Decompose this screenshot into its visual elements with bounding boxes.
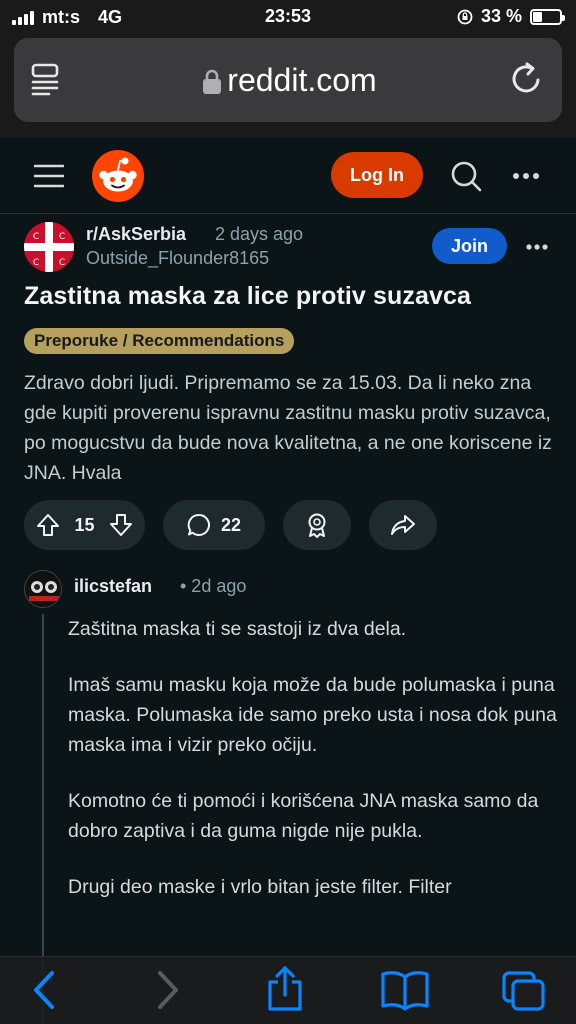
comment-count: 22 — [220, 514, 242, 535]
bookmarks-icon[interactable] — [380, 969, 430, 1011]
forward-icon[interactable] — [154, 969, 182, 1011]
battery-icon — [530, 8, 565, 25]
menu-icon[interactable] — [34, 164, 64, 188]
upvote-icon[interactable] — [36, 513, 60, 537]
join-button[interactable]: Join — [432, 228, 507, 264]
browser-toolbar — [0, 956, 576, 1024]
reload-icon[interactable] — [510, 60, 544, 96]
reddit-logo[interactable] — [92, 150, 144, 202]
comment-icon — [187, 513, 210, 536]
comments-button[interactable]: 22 — [163, 500, 265, 550]
login-button[interactable]: Log In — [331, 152, 423, 198]
svg-text:С: С — [33, 258, 39, 268]
comment-paragraph: Zaštitna maska ti se sastoji iz dva dela… — [68, 618, 407, 640]
status-bar: mt:s 4G 23:53 33 % — [0, 0, 576, 34]
post-body: Zdravo dobri ljudi. Pripremamo se za 15.… — [24, 372, 552, 484]
post-flair[interactable]: Preporuke / Recommendations — [24, 328, 295, 354]
reddit-header: Log In — [0, 138, 576, 214]
browser-top: reddit.com — [0, 34, 576, 138]
award-button[interactable] — [283, 500, 351, 550]
svg-text:С: С — [33, 232, 39, 242]
address-bar[interactable]: reddit.com — [14, 38, 562, 122]
subreddit-avatar[interactable]: С С С С — [24, 222, 74, 272]
comment-body: Zaštitna maska ti se sastoji iz dva dela… — [68, 614, 558, 928]
comment-author[interactable]: ilicstefan — [74, 576, 152, 597]
vote-count: 15 — [74, 514, 95, 535]
more-icon[interactable] — [512, 172, 540, 180]
share-button[interactable] — [369, 500, 437, 550]
subreddit-name[interactable]: r/AskSerbia — [86, 224, 186, 245]
tabs-icon[interactable] — [500, 969, 548, 1013]
back-icon[interactable] — [30, 969, 58, 1011]
status-right: 33 % — [457, 6, 565, 27]
vote-control: 15 — [24, 500, 145, 550]
post-author[interactable]: Outside_Flounder8165 — [86, 248, 269, 269]
share-icon[interactable] — [264, 965, 306, 1013]
battery-percent: 33 % — [480, 6, 522, 26]
url-text[interactable]: reddit.com — [14, 62, 562, 99]
comment-paragraph: Komotno će ti pomoći i korišćena JNA mas… — [68, 790, 539, 842]
comment-paragraph: Drugi deo maske i vrlo bitan jeste filte… — [68, 876, 452, 898]
post-title[interactable]: Zastitna maska za lice protiv suzavca — [24, 282, 471, 311]
svg-text:С: С — [59, 258, 65, 268]
search-icon[interactable] — [450, 160, 482, 192]
award-icon — [308, 513, 326, 538]
comment-avatar[interactable] — [24, 570, 62, 608]
svg-text:С: С — [59, 232, 65, 242]
downvote-icon[interactable] — [109, 513, 133, 537]
post-age: 2 days ago — [215, 224, 304, 244]
comment-age: • 2d ago — [180, 576, 247, 596]
share-arrow-icon — [391, 515, 415, 535]
orientation-lock-icon — [457, 9, 473, 24]
post-more-icon[interactable] — [526, 244, 548, 250]
comment-paragraph: Imaš samu masku koja može da bude poluma… — [68, 674, 557, 756]
